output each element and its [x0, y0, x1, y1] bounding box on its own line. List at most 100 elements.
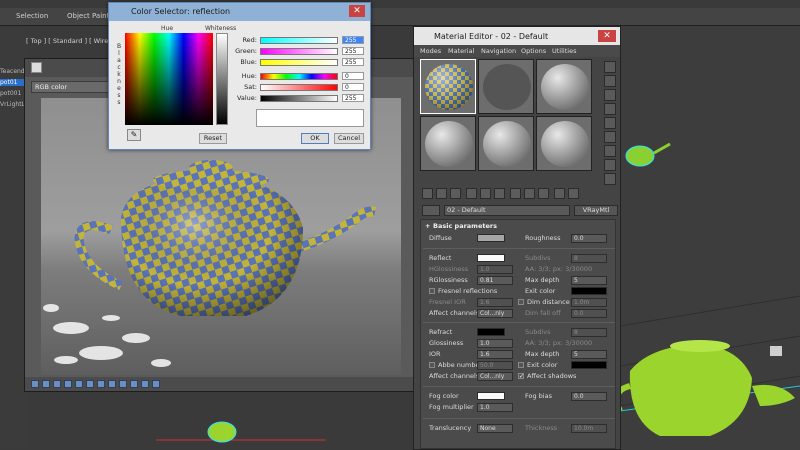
scene-item[interactable]: pot001 — [0, 90, 26, 97]
material-name-field[interactable]: 02 - Default — [444, 205, 570, 216]
reset-button[interactable]: Reset — [199, 133, 227, 144]
show-map-icon[interactable] — [524, 188, 535, 199]
toolbar-icon[interactable] — [53, 380, 61, 388]
toolbar-icon[interactable] — [108, 380, 116, 388]
toolbar-icon[interactable] — [141, 380, 149, 388]
close-icon[interactable]: ✕ — [349, 5, 365, 17]
background-icon[interactable] — [604, 89, 616, 101]
uv-tiling-icon[interactable] — [604, 103, 616, 115]
material-slot[interactable] — [536, 59, 592, 114]
dim-distance-checkbox[interactable] — [518, 299, 524, 305]
material-slot[interactable] — [536, 116, 592, 171]
hue-slider[interactable] — [260, 73, 338, 80]
refract-exit-color-swatch[interactable] — [571, 361, 607, 369]
reflect-affect-channels-select[interactable]: Col...nly — [477, 309, 513, 318]
object-paint-tab[interactable]: Object Paint — [67, 12, 109, 20]
menu-modes[interactable]: Modes — [420, 47, 441, 55]
get-material-icon[interactable] — [422, 188, 433, 199]
toolbar-icon[interactable] — [31, 380, 39, 388]
glossiness-input[interactable]: 1.0 — [477, 339, 513, 348]
scene-item[interactable]: VrLightL — [0, 101, 26, 108]
basic-parameters-header[interactable]: Basic parameters — [433, 222, 497, 230]
selection-tab[interactable]: Selection — [16, 12, 48, 20]
menu-material[interactable]: Material — [448, 47, 474, 55]
refract-affect-channels-select[interactable]: Col...nly — [477, 372, 513, 381]
abbe-checkbox[interactable] — [429, 362, 435, 368]
reflect-subdivs-input[interactable]: 8 — [571, 254, 607, 263]
rglossiness-input[interactable]: 0.81 — [477, 276, 513, 285]
fog-bias-input[interactable]: 0.0 — [571, 392, 607, 401]
menu-utilities[interactable]: Utilities — [552, 47, 576, 55]
roughness-input[interactable]: 0.0 — [571, 234, 607, 243]
red-value[interactable]: 255 — [342, 36, 364, 44]
toolbar-icon[interactable] — [86, 380, 94, 388]
toolbar-icon[interactable] — [119, 380, 127, 388]
reflect-swatch[interactable] — [477, 254, 505, 262]
reflect-exit-color-swatch[interactable] — [571, 287, 607, 295]
toolbar-icon[interactable] — [152, 380, 160, 388]
whiteness-slider[interactable] — [216, 33, 228, 125]
translucency-select[interactable]: None — [477, 424, 513, 433]
refract-subdivs-input[interactable]: 8 — [571, 328, 607, 337]
fresnel-ior-input[interactable]: 1.6 — [477, 298, 513, 307]
affect-shadows-checkbox[interactable]: ✓ — [518, 373, 524, 380]
refract-max-depth-input[interactable]: 5 — [571, 350, 607, 359]
material-id-icon[interactable] — [510, 188, 521, 199]
put-to-scene-icon[interactable] — [436, 188, 447, 199]
show-end-result-icon[interactable] — [538, 188, 549, 199]
ior-input[interactable]: 1.6 — [477, 350, 513, 359]
ok-button[interactable]: OK — [301, 133, 329, 144]
blue-slider[interactable] — [260, 59, 338, 66]
dim-distance-input[interactable]: 1.0m — [571, 298, 607, 307]
hglossiness-input[interactable]: 1.0 — [477, 265, 513, 274]
video-check-icon[interactable] — [604, 117, 616, 129]
fresnel-checkbox[interactable] — [429, 288, 435, 294]
material-type-button[interactable]: VRayMtl — [574, 205, 618, 216]
material-slot[interactable] — [478, 116, 534, 171]
teapot-top[interactable] — [207, 421, 237, 443]
make-preview-icon[interactable] — [604, 131, 616, 143]
toolbar-icon[interactable] — [42, 380, 50, 388]
pick-material-icon[interactable] — [422, 205, 440, 216]
go-forward-icon[interactable] — [568, 188, 579, 199]
value-slider[interactable] — [260, 95, 338, 102]
green-value[interactable]: 255 — [342, 47, 364, 55]
diffuse-swatch[interactable] — [477, 234, 505, 242]
sat-slider[interactable] — [260, 84, 338, 91]
menu-options[interactable]: Options — [521, 47, 546, 55]
cancel-button[interactable]: Cancel — [334, 133, 364, 144]
toolbar-icon[interactable] — [75, 380, 83, 388]
make-unique-icon[interactable] — [480, 188, 491, 199]
rollout-toggle-icon[interactable]: + — [425, 222, 430, 230]
dim-falloff-input[interactable]: 0.0 — [571, 309, 607, 318]
abbe-input[interactable]: 50.0 — [477, 361, 513, 370]
fog-multiplier-input[interactable]: 1.0 — [477, 403, 513, 412]
menu-navigation[interactable]: Navigation — [481, 47, 516, 55]
fog-color-swatch[interactable] — [477, 392, 505, 400]
hue-spectrum-picker[interactable] — [125, 33, 213, 125]
thickness-input[interactable]: 10.0m — [571, 424, 607, 433]
toolbar-icon[interactable] — [130, 380, 138, 388]
material-slot[interactable] — [478, 59, 534, 114]
reflect-max-depth-input[interactable]: 5 — [571, 276, 607, 285]
hue-value[interactable]: 0 — [342, 72, 364, 80]
camera-icon[interactable] — [770, 346, 782, 356]
put-to-library-icon[interactable] — [494, 188, 505, 199]
options-icon[interactable] — [604, 145, 616, 157]
eyedropper-icon[interactable]: ✎ — [127, 129, 141, 141]
scene-item[interactable]: pot01 — [0, 79, 26, 86]
material-slot[interactable] — [420, 59, 476, 114]
value-value[interactable]: 255 — [342, 94, 364, 102]
sat-value[interactable]: 0 — [342, 83, 364, 91]
refract-exit-color-checkbox[interactable] — [518, 362, 524, 368]
backlight-icon[interactable] — [604, 75, 616, 87]
scene-item[interactable]: Teacend — [0, 68, 26, 75]
blue-value[interactable]: 255 — [342, 58, 364, 66]
sample-type-icon[interactable] — [604, 61, 616, 73]
select-by-material-icon[interactable] — [604, 159, 616, 171]
refract-swatch[interactable] — [477, 328, 505, 336]
viewport-bottom[interactable] — [26, 392, 416, 450]
green-slider[interactable] — [260, 48, 338, 55]
toolbar-icon[interactable] — [64, 380, 72, 388]
red-slider[interactable] — [260, 37, 338, 44]
